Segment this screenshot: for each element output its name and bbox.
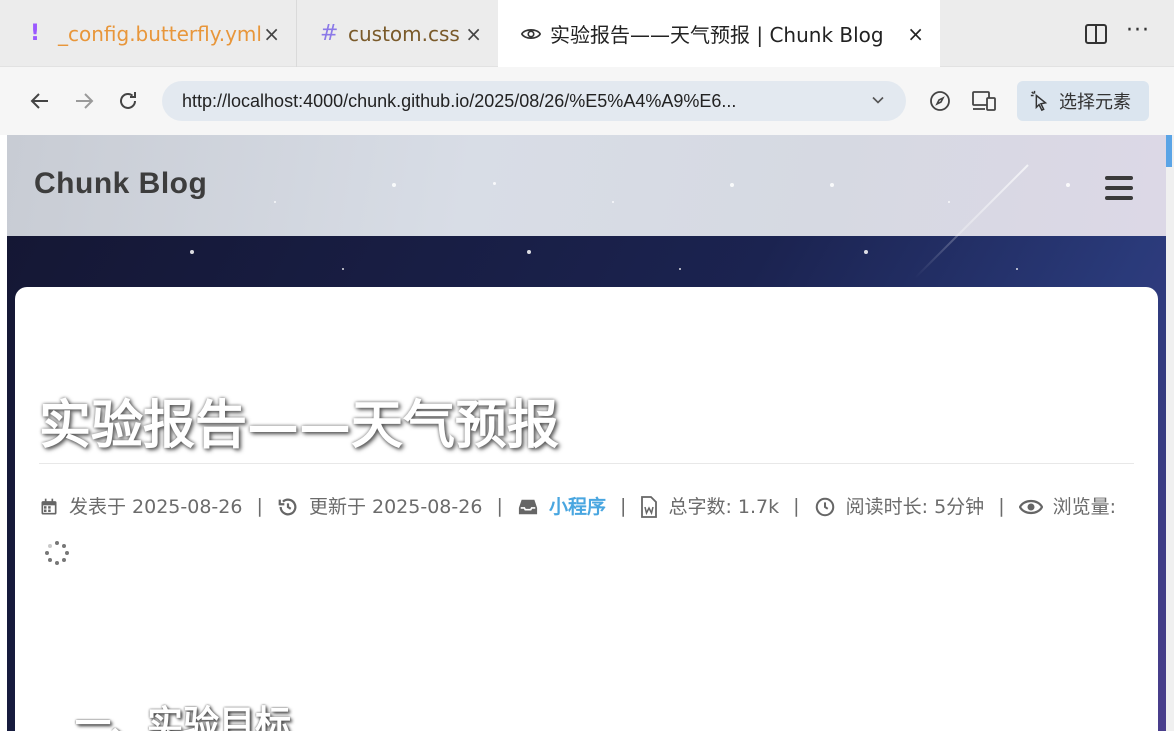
section-heading: 一、实验目标 xyxy=(75,704,292,731)
meta-category[interactable]: 小程序 xyxy=(517,484,606,530)
post-title: 实验报告——天气预报 xyxy=(39,395,560,456)
page-viewport: Chunk Blog 实验报告——天气预报 发表于 2025-08-26 | 更… xyxy=(7,135,1166,731)
site-title[interactable]: Chunk Blog xyxy=(34,167,207,201)
tab-label: _config.butterfly.yml xyxy=(58,21,262,46)
calendar-icon xyxy=(41,498,57,514)
scrollbar-thumb[interactable] xyxy=(1166,135,1172,167)
tab-label: 实验报告——天气预报 | Chunk Blog xyxy=(550,23,884,47)
cursor-select-icon xyxy=(1030,90,1048,112)
history-icon xyxy=(278,498,297,515)
hamburger-menu-icon[interactable] xyxy=(1105,176,1133,200)
preview-eye-icon xyxy=(520,28,542,39)
forward-button[interactable] xyxy=(70,87,98,115)
tab-label: custom.css xyxy=(348,21,460,46)
tab-custom-css[interactable]: # custom.css × xyxy=(298,0,498,67)
view-count-label: 浏览量: xyxy=(1052,495,1117,518)
compass-button[interactable] xyxy=(926,87,954,115)
page-scrollbar[interactable] xyxy=(1166,135,1174,731)
post-card: 实验报告——天气预报 发表于 2025-08-26 | 更新于 2025-08-… xyxy=(15,287,1158,731)
close-icon[interactable]: × xyxy=(263,22,280,46)
posted-date: 发表于 2025-08-26 xyxy=(69,495,243,518)
tab-preview-active[interactable]: 实验报告——天气预报 | Chunk Blog × xyxy=(498,0,940,67)
yaml-file-icon: ! xyxy=(30,21,41,46)
reload-icon xyxy=(120,92,136,109)
meta-separator: | xyxy=(256,495,263,517)
meta-readtime: 阅读时长: 5分钟 xyxy=(814,484,985,530)
meta-separator: | xyxy=(998,495,1005,517)
back-button[interactable] xyxy=(26,87,54,115)
device-emulation-button[interactable] xyxy=(970,87,998,115)
more-actions-icon[interactable]: ··· xyxy=(1126,18,1150,43)
meta-separator: | xyxy=(496,495,503,517)
close-icon[interactable]: × xyxy=(907,22,924,46)
forward-arrow-icon xyxy=(76,93,94,109)
read-time: 阅读时长: 5分钟 xyxy=(845,495,985,518)
chevron-down-icon[interactable] xyxy=(868,90,888,110)
loading-spinner-icon xyxy=(45,541,69,565)
devices-icon xyxy=(972,91,996,111)
url-text: http://localhost:4000/chunk.github.io/20… xyxy=(182,90,737,111)
address-bar[interactable]: http://localhost:4000/chunk.github.io/20… xyxy=(162,81,906,121)
select-element-button[interactable]: 选择元素 xyxy=(1017,81,1149,121)
category-link[interactable]: 小程序 xyxy=(549,484,606,530)
split-editor-icon[interactable] xyxy=(1084,22,1108,46)
meta-separator: | xyxy=(793,495,800,517)
compass-icon xyxy=(930,91,950,111)
meta-separator: | xyxy=(620,495,627,517)
back-arrow-icon xyxy=(30,93,48,109)
browser-toolbar: http://localhost:4000/chunk.github.io/20… xyxy=(0,67,1174,135)
tab-strip: ! _config.butterfly.yml × # custom.css ×… xyxy=(0,0,1174,67)
meta-views: 浏览量: xyxy=(1018,484,1117,530)
meta-posted: 发表于 2025-08-26 xyxy=(39,484,242,530)
meta-updated: 更新于 2025-08-26 xyxy=(277,484,482,530)
css-file-icon: # xyxy=(320,21,339,46)
updated-date: 更新于 2025-08-26 xyxy=(308,495,483,518)
clock-icon xyxy=(815,497,834,516)
post-meta: 发表于 2025-08-26 | 更新于 2025-08-26 | 小程序 | xyxy=(39,483,1139,576)
site-header: Chunk Blog xyxy=(7,135,1166,236)
select-element-label: 选择元素 xyxy=(1059,92,1131,113)
word-file-icon xyxy=(641,495,658,518)
word-count: 总字数: 1.7k xyxy=(668,495,780,518)
meta-wordcount: 总字数: 1.7k xyxy=(640,484,779,530)
close-icon[interactable]: × xyxy=(465,22,482,46)
tab-config-yml[interactable]: ! _config.butterfly.yml × xyxy=(8,0,297,67)
eye-icon xyxy=(1018,499,1043,514)
divider xyxy=(39,463,1134,464)
inbox-icon xyxy=(518,499,538,514)
reload-button[interactable] xyxy=(114,87,142,115)
